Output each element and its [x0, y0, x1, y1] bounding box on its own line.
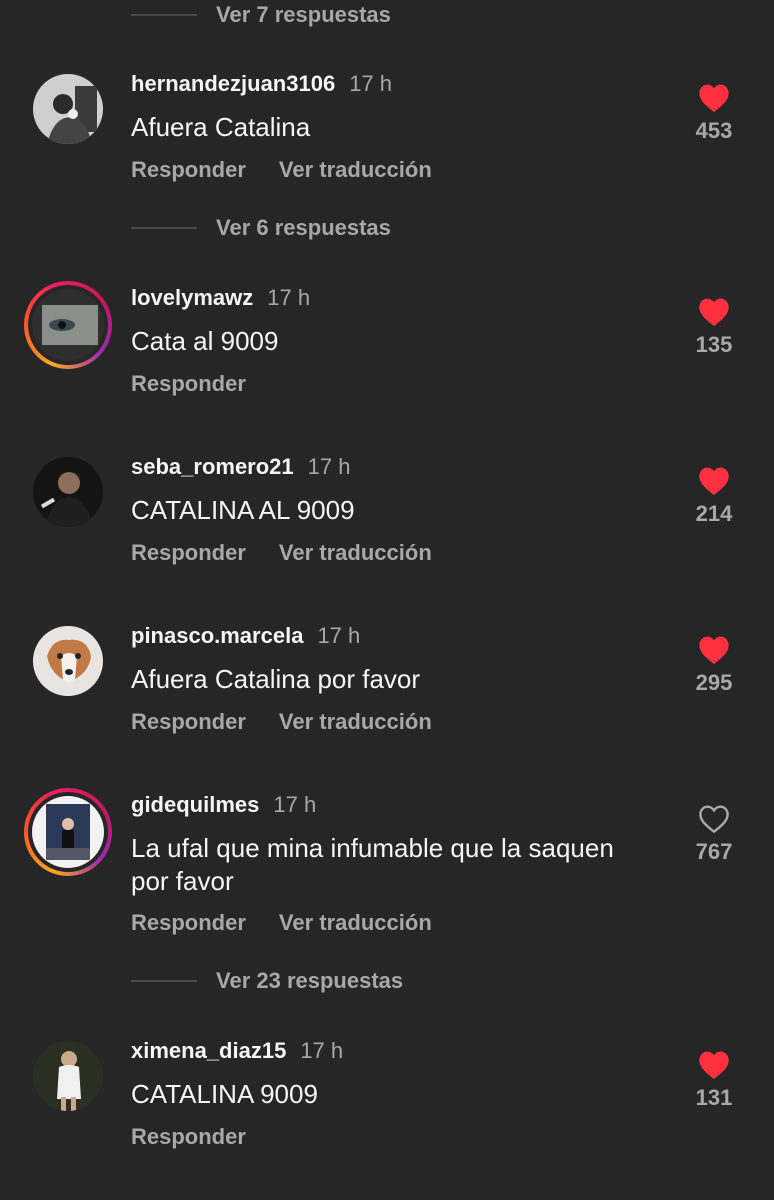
view-replies-label: Ver 6 respuestas — [216, 215, 391, 240]
reply-button[interactable]: Responder — [131, 157, 246, 183]
heart-filled-icon — [699, 636, 729, 664]
comment-text: Afuera Catalina por favor — [131, 664, 421, 694]
like-button[interactable]: 767 — [684, 804, 744, 865]
comment-text: CATALINA 9009 — [131, 1079, 318, 1109]
divider-line — [131, 14, 197, 16]
like-count: 135 — [695, 332, 733, 357]
avatar — [32, 289, 104, 361]
avatar-story-ring[interactable] — [24, 281, 112, 369]
comment-text: Afuera Catalina — [131, 112, 311, 142]
heart-filled-icon — [699, 1051, 729, 1079]
reply-button[interactable]: Responder — [131, 910, 246, 936]
comment-username[interactable]: lovelymawz — [131, 285, 253, 311]
like-count: 453 — [695, 118, 733, 143]
heart-filled-icon — [699, 298, 729, 326]
comment-time: 17 h — [300, 1038, 344, 1063]
view-replies-button[interactable]: Ver 23 respuestas — [131, 966, 403, 996]
comment-time: 17 h — [349, 71, 393, 96]
avatar — [32, 796, 104, 868]
avatar[interactable] — [33, 626, 103, 696]
like-count: 214 — [695, 501, 733, 526]
avatar[interactable] — [33, 457, 103, 527]
heart-filled-icon — [699, 467, 729, 495]
translate-button[interactable]: Ver traducción — [279, 709, 432, 735]
reply-button[interactable]: Responder — [131, 371, 246, 397]
comment-username[interactable]: hernandezjuan3106 — [131, 71, 335, 97]
comment-username[interactable]: gidequilmes — [131, 792, 259, 818]
view-replies-button[interactable]: Ver 6 respuestas — [131, 213, 391, 243]
comment-time: 17 h — [317, 623, 361, 648]
comment-username[interactable]: pinasco.marcela — [131, 623, 303, 649]
view-replies-label: Ver 23 respuestas — [216, 968, 404, 993]
like-button[interactable]: 295 — [684, 635, 744, 696]
view-replies-button[interactable]: Ver 7 respuestas — [131, 0, 391, 30]
reply-button[interactable]: Responder — [131, 540, 246, 566]
comment-time: 17 h — [267, 285, 311, 310]
comment-text: Cata al 9009 — [131, 326, 279, 356]
like-button[interactable]: 135 — [684, 297, 744, 358]
like-count: 131 — [695, 1085, 733, 1110]
comment-time: 17 h — [273, 792, 317, 817]
heart-filled-icon — [699, 84, 729, 112]
avatar[interactable] — [33, 74, 103, 144]
like-button[interactable]: 214 — [684, 466, 744, 527]
like-button[interactable]: 131 — [684, 1050, 744, 1111]
comment-username[interactable]: seba_romero21 — [131, 454, 294, 480]
comment-username[interactable]: ximena_diaz15 — [131, 1038, 286, 1064]
comment-text-line: por favor — [131, 866, 234, 896]
like-count: 767 — [695, 839, 733, 864]
translate-button[interactable]: Ver traducción — [279, 540, 432, 566]
divider-line — [131, 227, 197, 229]
avatar-story-ring[interactable] — [24, 788, 112, 876]
avatar[interactable] — [33, 1041, 103, 1111]
heart-outline-icon — [699, 805, 729, 834]
like-count: 295 — [695, 670, 733, 695]
reply-button[interactable]: Responder — [131, 709, 246, 735]
translate-button[interactable]: Ver traducción — [279, 910, 432, 936]
reply-button[interactable]: Responder — [131, 1124, 246, 1150]
divider-line — [131, 980, 197, 982]
comment-text-line: La ufal que mina infumable que la saquen — [131, 833, 614, 863]
comment-text: La ufal que mina infumable que la saquen… — [131, 832, 671, 898]
translate-button[interactable]: Ver traducción — [279, 157, 432, 183]
like-button[interactable]: 453 — [684, 83, 744, 144]
comment-text: CATALINA AL 9009 — [131, 495, 355, 525]
comment-time: 17 h — [307, 454, 351, 479]
view-replies-label: Ver 7 respuestas — [216, 2, 391, 27]
